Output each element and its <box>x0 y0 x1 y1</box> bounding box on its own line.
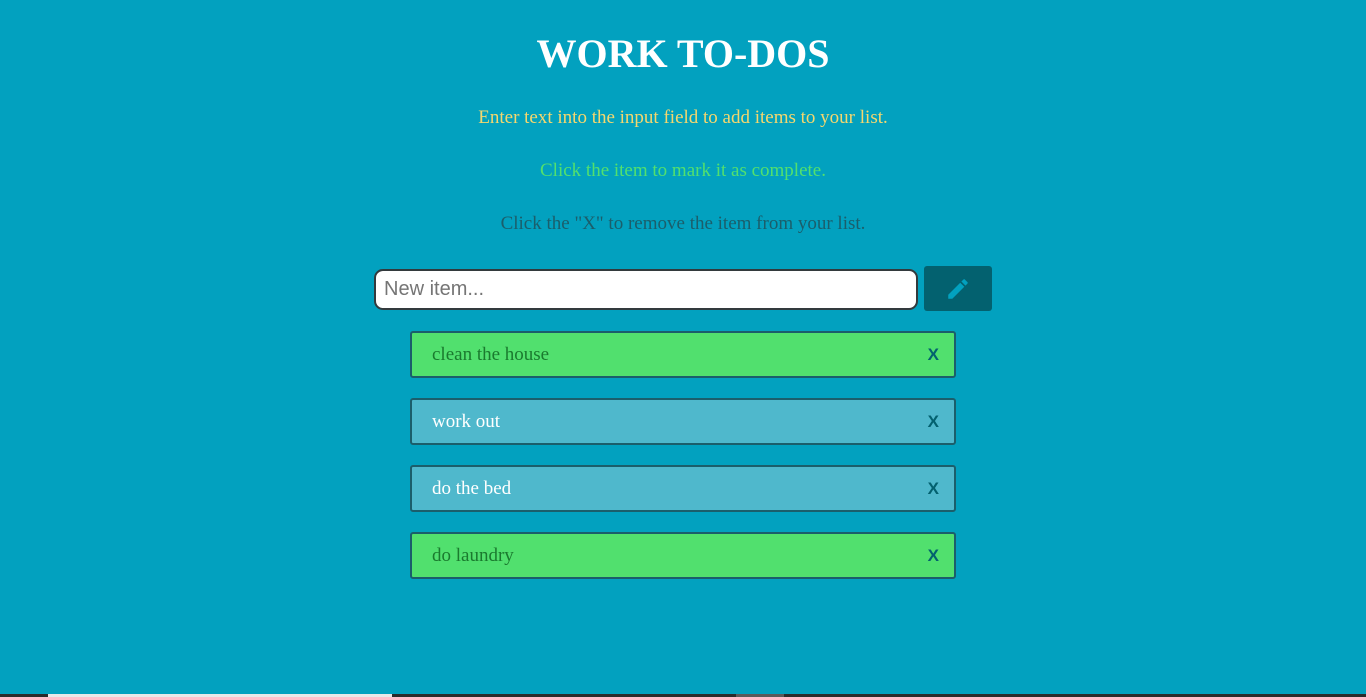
todo-item[interactable]: clean the house X <box>410 331 956 378</box>
new-item-input[interactable] <box>374 269 918 310</box>
remove-item-button[interactable]: X <box>928 400 939 443</box>
instruction-complete: Click the item to mark it as complete. <box>540 160 826 181</box>
pencil-icon <box>945 276 971 302</box>
remove-item-button[interactable]: X <box>928 534 939 577</box>
todo-item-text: do the bed <box>432 478 512 499</box>
remove-item-button[interactable]: X <box>928 333 939 376</box>
todo-item-text: do laundry <box>432 545 514 566</box>
instruction-add: Enter text into the input field to add i… <box>478 107 888 128</box>
add-item-button[interactable] <box>924 266 992 311</box>
instruction-remove: Click the "X" to remove the item from yo… <box>500 213 866 234</box>
todo-item[interactable]: do the bed X <box>410 465 956 512</box>
todo-item[interactable]: work out X <box>410 398 956 445</box>
todo-item-text: work out <box>432 411 501 432</box>
remove-item-button[interactable]: X <box>928 467 939 510</box>
todo-item-text: clean the house <box>432 344 550 365</box>
todo-list: clean the house Xwork out Xdo the bed Xdo l… <box>410 331 956 599</box>
todo-page: WORK TO-DOS Enter text into the input fi… <box>0 0 1366 697</box>
todo-item[interactable]: do laundry X <box>410 532 956 579</box>
page-title: WORK TO-DOS <box>536 31 830 76</box>
